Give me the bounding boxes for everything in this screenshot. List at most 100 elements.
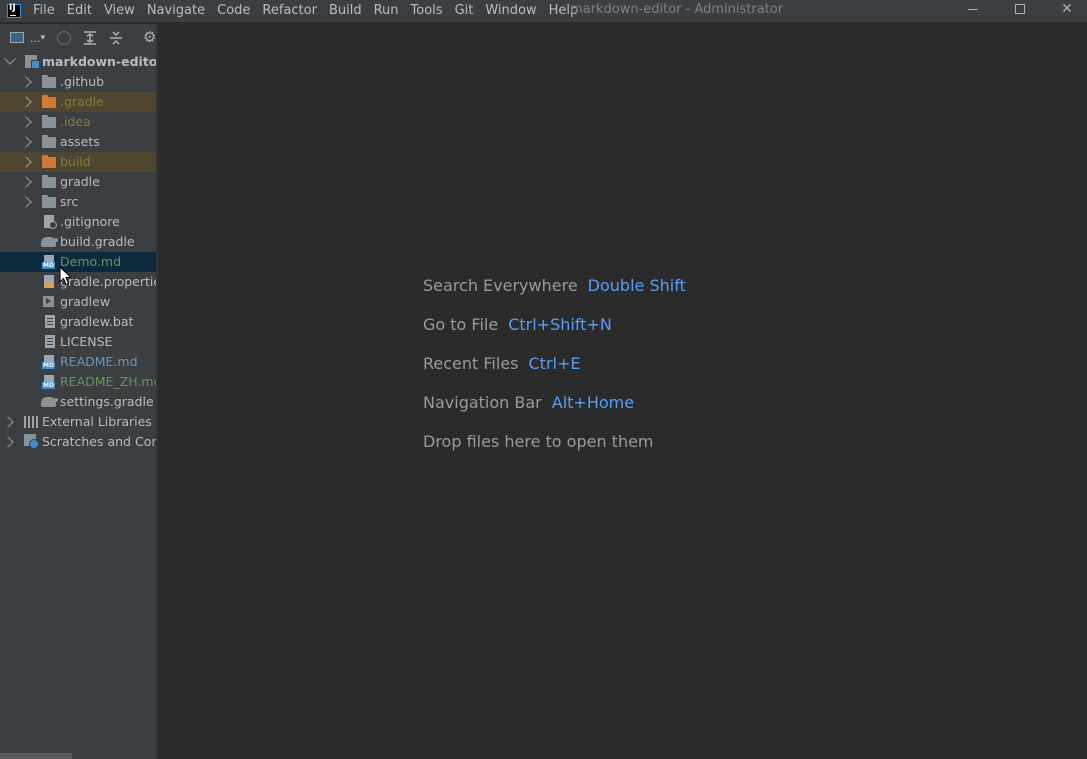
menu-refactor[interactable]: Refactor [256, 0, 323, 22]
chevron-right-icon[interactable] [20, 116, 32, 128]
menu-run[interactable]: Run [368, 0, 405, 22]
library-icon [24, 416, 38, 428]
chevron-down-icon[interactable]: ▾ [41, 33, 46, 43]
tree-item-gradle[interactable]: gradle [0, 172, 156, 192]
empty-editor-hints: Search Everywhere Double Shift Go to Fil… [423, 266, 686, 461]
menu-navigate[interactable]: Navigate [141, 0, 211, 22]
tree-item-label: External Libraries [42, 414, 152, 429]
gradle-file-icon [41, 397, 58, 407]
tree-item-external-libraries[interactable]: External Libraries [0, 412, 156, 432]
collapse-all-icon [110, 31, 123, 45]
tree-item-build-gradle[interactable]: build.gradle [0, 232, 156, 252]
text-file-icon [45, 315, 55, 328]
view-selector-label[interactable]: ... [30, 32, 41, 45]
chevron-right-icon[interactable] [20, 96, 32, 108]
tree-item-label: gradlew.bat [60, 314, 134, 329]
menu-build[interactable]: Build [323, 0, 368, 22]
tree-item-assets[interactable]: assets [0, 132, 156, 152]
close-icon: ✕ [1061, 1, 1073, 17]
hint-action: Navigation Bar [423, 393, 542, 412]
tree-item-label: assets [60, 134, 100, 149]
chevron-right-icon[interactable] [20, 176, 32, 188]
folder-icon [42, 175, 56, 188]
tree-item-label: LICENSE [60, 334, 113, 349]
collapse-all-button[interactable] [109, 29, 127, 47]
excluded-folder-icon [42, 95, 56, 108]
title-bar: File Edit View Navigate Code Refactor Bu… [0, 0, 1087, 22]
menu-file[interactable]: File [27, 0, 61, 22]
hint-shortcut: Double Shift [587, 276, 686, 295]
menu-window[interactable]: Window [479, 0, 542, 22]
tree-item-build[interactable]: build [0, 152, 156, 172]
locate-file-button[interactable] [57, 29, 75, 47]
hint-action: Go to File [423, 315, 499, 334]
text-file-icon [45, 335, 55, 348]
hint-go-to-file: Go to File Ctrl+Shift+N [423, 305, 686, 344]
chevron-right-icon[interactable] [2, 436, 14, 448]
target-icon [57, 31, 72, 45]
tree-item-label: gradle.properties [60, 274, 156, 289]
tree-item-demo-md[interactable]: Demo.md [0, 252, 156, 272]
gear-icon[interactable]: ⚙ [143, 28, 156, 46]
chevron-right-icon[interactable] [20, 76, 32, 88]
project-toolbar: ... ▾ ⚙ [0, 24, 156, 52]
menu-edit[interactable]: Edit [61, 0, 98, 22]
tree-item-readme-md[interactable]: README.md [0, 352, 156, 372]
project-view-icon [10, 32, 24, 43]
expand-all-icon [84, 31, 97, 45]
menu-view[interactable]: View [98, 0, 141, 22]
close-button[interactable]: ✕ [1044, 0, 1087, 20]
tree-item-idea[interactable]: .idea [0, 112, 156, 132]
editor-area[interactable]: Search Everywhere Double Shift Go to Fil… [158, 24, 1087, 759]
tree-item-label: build.gradle [60, 234, 135, 249]
main-menu: File Edit View Navigate Code Refactor Bu… [27, 0, 584, 22]
tree-item-label: gradle [60, 174, 100, 189]
tree-item-src[interactable]: src [0, 192, 156, 212]
chevron-right-icon[interactable] [2, 416, 14, 428]
folder-icon [42, 75, 56, 88]
tree-item-github[interactable]: .github [0, 72, 156, 92]
tree-item-label: .idea [60, 114, 91, 129]
chevron-down-icon[interactable] [4, 53, 16, 65]
project-panel: ... ▾ ⚙ markdown-editor .github .gradle … [0, 24, 156, 759]
project-view-selector[interactable] [10, 29, 28, 47]
chevron-right-icon[interactable] [20, 196, 32, 208]
chevron-right-icon[interactable] [20, 156, 32, 168]
hint-shortcut: Alt+Home [551, 393, 635, 412]
intellij-logo-icon[interactable] [7, 3, 21, 18]
chevron-right-icon[interactable] [20, 136, 32, 148]
tree-root[interactable]: markdown-editor [0, 52, 156, 72]
hint-shortcut: Ctrl+E [528, 354, 581, 373]
executable-file-icon [43, 296, 54, 307]
excluded-folder-icon [42, 155, 56, 168]
minimize-icon [968, 8, 978, 10]
hint-drop-files: Drop files here to open them [423, 422, 686, 461]
tree-item-label: src [60, 194, 79, 209]
tree-item-gradle-properties[interactable]: gradle.properties [0, 272, 156, 292]
hint-navigation-bar: Navigation Bar Alt+Home [423, 383, 686, 422]
tree-item-label: README_ZH.md [60, 374, 156, 389]
menu-code[interactable]: Code [211, 0, 256, 22]
tree-item-label: settings.gradle [60, 394, 154, 409]
menu-git[interactable]: Git [449, 0, 480, 22]
horizontal-scrollbar[interactable] [0, 753, 72, 759]
maximize-button[interactable] [997, 0, 1043, 20]
menu-tools[interactable]: Tools [405, 0, 449, 22]
expand-all-button[interactable] [83, 29, 101, 47]
tree-item-gradle-cache[interactable]: .gradle [0, 92, 156, 112]
window-title: markdown-editor - Administrator [570, 2, 784, 17]
tree-item-label: Scratches and Consoles [42, 434, 156, 449]
ignore-file-icon [44, 215, 57, 229]
properties-file-icon [44, 275, 54, 288]
minimize-button[interactable] [950, 0, 996, 20]
tree-item-settings-gradle[interactable]: settings.gradle [0, 392, 156, 412]
tree-item-label: .gradle [60, 94, 104, 109]
tree-item-license[interactable]: LICENSE [0, 332, 156, 352]
project-tree: markdown-editor .github .gradle .idea as… [0, 52, 156, 452]
tree-item-readme-zh-md[interactable]: README_ZH.md [0, 372, 156, 392]
gradle-file-icon [41, 237, 58, 247]
tree-item-gradlew[interactable]: gradlew [0, 292, 156, 312]
tree-item-scratches[interactable]: Scratches and Consoles [0, 432, 156, 452]
tree-item-gradlew-bat[interactable]: gradlew.bat [0, 312, 156, 332]
tree-item-gitignore[interactable]: .gitignore [0, 212, 156, 232]
